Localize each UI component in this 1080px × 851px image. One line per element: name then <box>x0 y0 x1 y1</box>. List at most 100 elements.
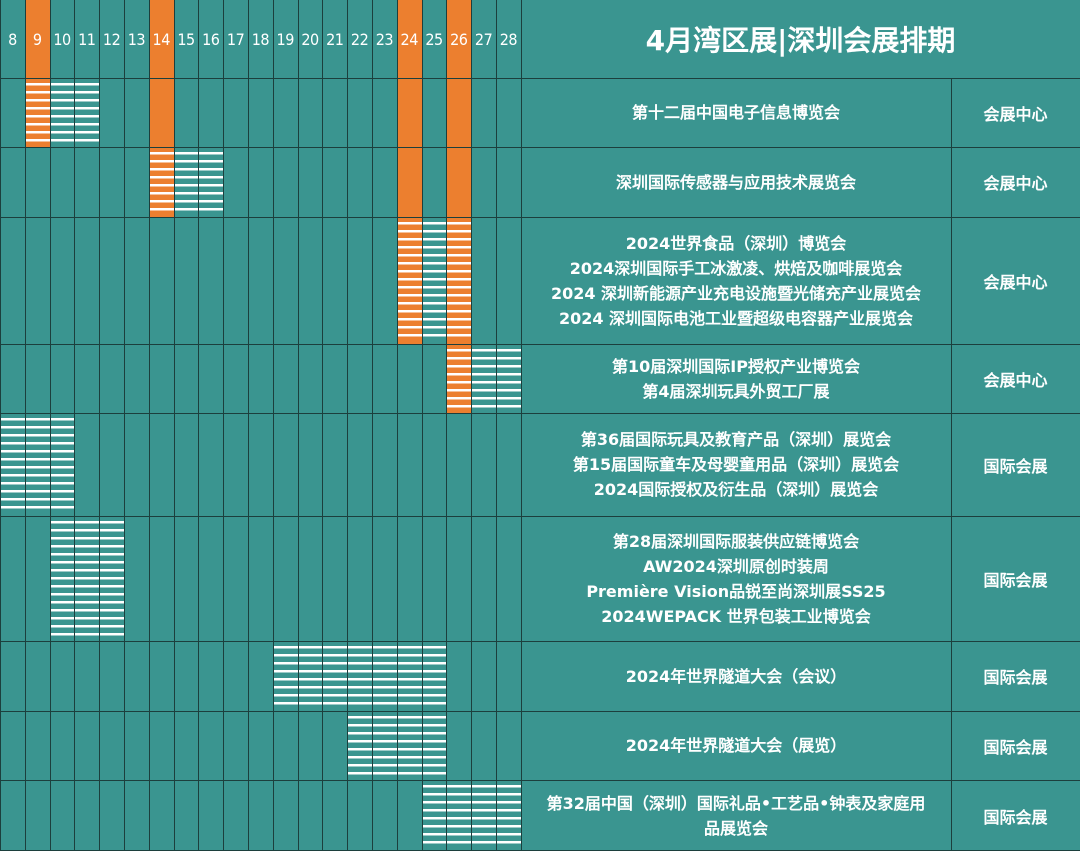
grid-line <box>0 641 1080 642</box>
grid-line <box>0 147 1080 148</box>
day-header-28: 28 <box>499 29 518 49</box>
grid-line <box>322 0 323 851</box>
day-header-24: 24 <box>400 29 419 49</box>
date-span-cell <box>397 643 422 709</box>
date-span-cell <box>397 219 422 342</box>
date-span-cell <box>75 80 100 145</box>
highlight-cell-26-row-1 <box>446 147 472 217</box>
schedule-board: 8 9 10 11 12 13 14 15 16 17 18 19 20 21 22 23 24 25 26 27 28… <box>0 0 1080 851</box>
grid-line <box>174 0 175 851</box>
date-span-cell <box>273 643 298 709</box>
day-header-20: 20 <box>301 29 319 49</box>
date-span-cell <box>447 219 472 342</box>
date-span-cell <box>447 782 472 849</box>
day-header-10: 10 <box>53 29 71 49</box>
date-span-cell <box>174 149 199 215</box>
grid-line <box>372 0 373 851</box>
venue-label: 会展中心 <box>983 104 1048 124</box>
highlight-cell-26-row-0 <box>446 78 472 147</box>
event-name: 2024年世界隧道大会（展览） <box>625 736 847 755</box>
date-span-cell <box>75 518 100 639</box>
event-name: 2024WEPACK 世界包装工业博览会 <box>601 606 871 626</box>
event-name: 2024 深圳新能源产业充电设施暨光储充产业展览会 <box>550 283 922 303</box>
date-span-cell <box>373 643 397 709</box>
day-header-11: 11 <box>78 29 96 49</box>
venue-label: 国际会展 <box>983 570 1048 590</box>
event-name: 2024 深圳国际电池工业暨超级电容器产业展览会 <box>558 308 914 328</box>
grid-line <box>124 0 125 851</box>
event-name: 深圳国际传感器与应用技术展览会 <box>615 172 856 192</box>
grid-line <box>25 0 26 851</box>
event-names: 第32届中国（深圳）国际礼品•工艺品•钟表及家庭用 品展览会 <box>521 780 951 851</box>
day-header-22: 22 <box>350 29 369 49</box>
highlight-cell-24-row-1 <box>396 147 422 217</box>
grid-line <box>0 516 1080 517</box>
event-name: 第15届国际童车及母婴童用品（深圳）展览会 <box>572 455 900 474</box>
event-name: 第32届中国（深圳）国际礼品•工艺品•钟表及家庭用 <box>546 793 926 813</box>
day-header-15: 15 <box>177 29 195 49</box>
date-span-cell <box>497 346 521 411</box>
grid-line <box>0 344 1080 345</box>
date-span-cell <box>1 415 25 514</box>
grid-line <box>521 0 522 851</box>
event-name: 2024国际授权及衍生品（深圳）展览会 <box>593 480 879 499</box>
grid-line <box>198 0 199 851</box>
event-name: 第十二届中国电子信息博览会 <box>631 103 840 122</box>
date-span-cell <box>447 346 472 411</box>
date-span-cell <box>348 713 372 778</box>
date-span-cell <box>348 643 372 709</box>
day-header-23: 23 <box>375 29 394 49</box>
grid-line <box>99 0 100 851</box>
event-name: 2024深圳国际手工冰激凌、烘焙及咖啡展览会 <box>569 258 903 278</box>
date-span-cell <box>199 149 224 215</box>
event-name: AW2024深圳原创时装周 <box>643 556 829 576</box>
grid-line <box>397 0 398 851</box>
highlight-cell-24-row-0 <box>396 78 422 147</box>
day-header-19: 19 <box>276 29 295 49</box>
grid-line <box>471 0 472 851</box>
venue-label: 国际会展 <box>983 807 1048 827</box>
grid-line <box>0 217 1080 218</box>
day-header-25: 25 <box>425 29 443 49</box>
event-name: 品展览会 <box>703 818 768 838</box>
date-span-cell <box>100 518 124 639</box>
event-name: 第28届深圳国际服装供应链博览会 <box>612 531 860 551</box>
date-span-cell <box>149 149 174 215</box>
event-names: 2024世界食品（深圳）博览会 2024深圳国际手工冰激凌、烘焙及咖啡展览会 202… <box>521 217 951 344</box>
grid-line <box>74 0 75 851</box>
date-span-cell <box>50 518 75 639</box>
venue-label: 国际会展 <box>983 737 1048 757</box>
event-names: 第10届深圳国际IP授权产业博览会 第4届深圳玩具外贸工厂展 <box>521 344 951 413</box>
date-span-cell <box>422 219 447 342</box>
date-span-cell <box>397 713 422 778</box>
grid-line <box>496 0 497 851</box>
grid-line <box>273 0 274 851</box>
date-span-cell <box>422 643 447 709</box>
date-span-cell <box>422 782 447 849</box>
event-names: 第28届深圳国际服装供应链博览会 AW2024深圳原创时装周 Première Vi… <box>521 516 951 641</box>
event-names: 深圳国际传感器与应用技术展览会 <box>521 147 951 217</box>
grid-line <box>446 0 447 851</box>
event-name: 2024世界食品（深圳）博览会 <box>625 233 847 253</box>
date-span-cell <box>373 713 397 778</box>
event-name: Première Vision品锐至尚深圳展SS25 <box>586 581 886 601</box>
date-span-cell <box>472 782 496 849</box>
day-header-12: 12 <box>102 29 121 49</box>
grid-line <box>0 78 1080 79</box>
day-header-21: 21 <box>326 29 344 49</box>
day-header-17: 17 <box>226 29 245 49</box>
date-span-cell <box>323 643 348 709</box>
day-header-8: 8 <box>8 29 17 49</box>
event-names: 第十二届中国电子信息博览会 <box>521 78 951 147</box>
venue-label: 会展中心 <box>983 272 1048 292</box>
grid-line <box>347 0 348 851</box>
venue-label: 会展中心 <box>983 370 1048 390</box>
grid-line <box>50 0 51 851</box>
event-name: 第4届深圳玩具外贸工厂展 <box>642 381 830 401</box>
grid-line <box>0 413 1080 414</box>
venue-label: 会展中心 <box>983 174 1048 193</box>
grid-line <box>223 0 224 851</box>
grid-line <box>298 0 299 851</box>
grid-line <box>149 0 150 851</box>
grid-line <box>0 780 1080 781</box>
